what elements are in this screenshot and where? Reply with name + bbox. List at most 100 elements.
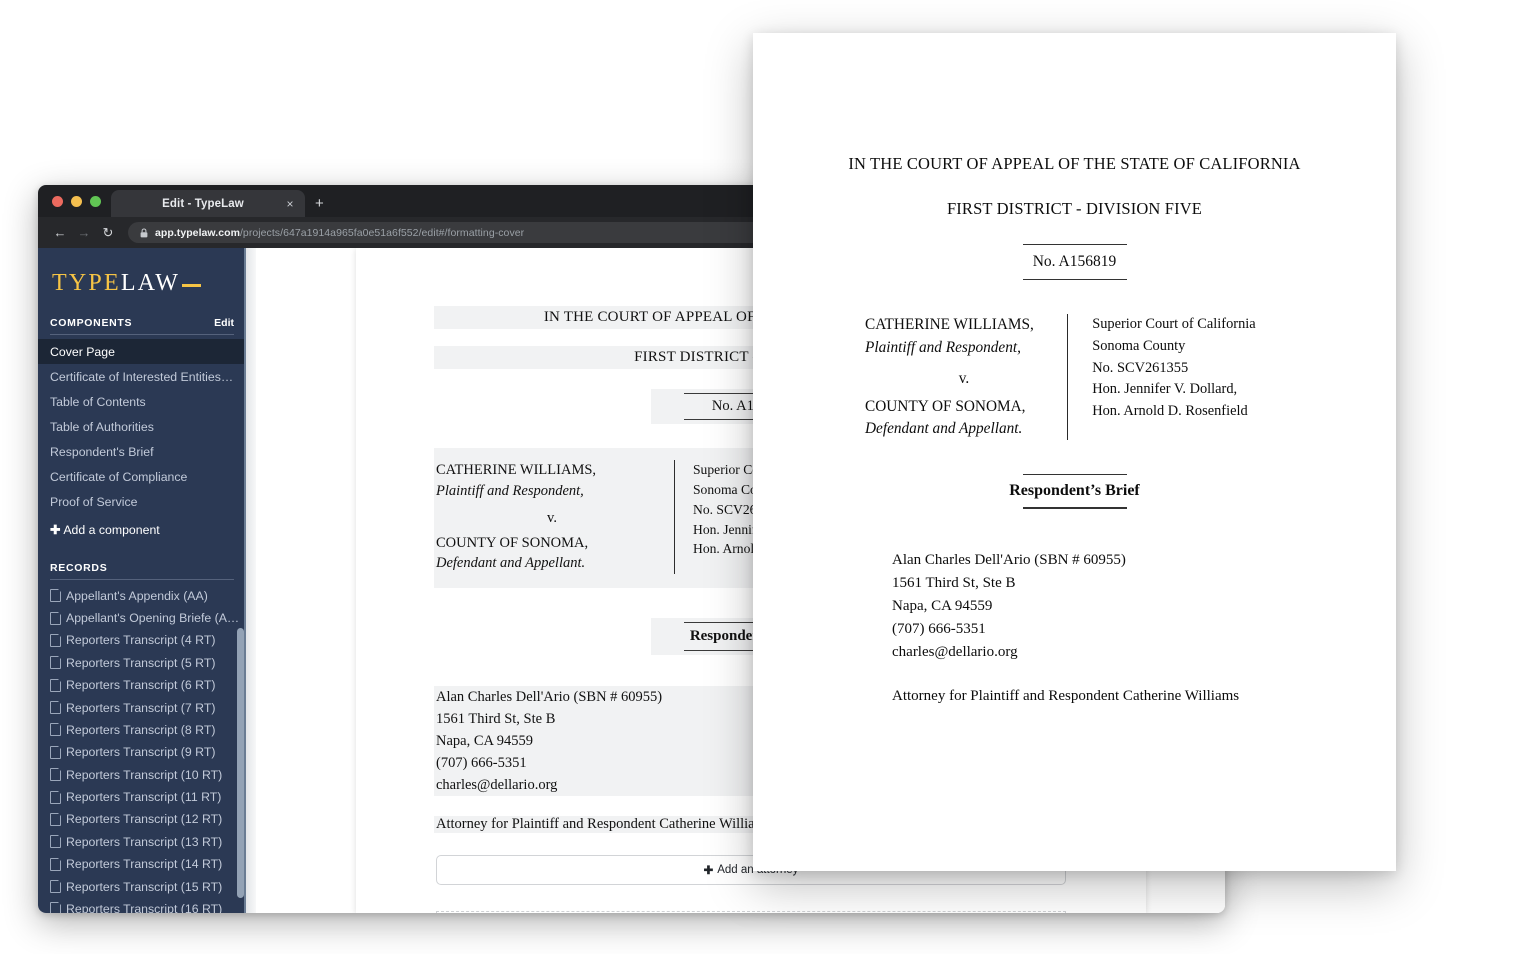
add-section-button[interactable]: ✚ADD SECTION [436,911,1066,913]
lock-icon [140,227,148,238]
reload-icon[interactable]: ↻ [96,221,120,245]
document-preview-page: IN THE COURT OF APPEAL OF THE STATE OF C… [753,33,1396,871]
record-item[interactable]: Reporters Transcript (13 RT) [38,831,246,853]
back-icon[interactable]: ← [48,221,72,245]
record-item[interactable]: Reporters Transcript (4 RT) [38,629,246,651]
pdf-file-icon [50,835,61,849]
browser-tab-active[interactable]: Edit - TypeLaw × [111,190,305,217]
preview-court-info-line: No. SCV261355 [1092,359,1189,376]
add-component-button[interactable]: ✚ Add a component [38,514,246,543]
caption-divider [1067,314,1069,441]
plus-icon: ✚ [50,523,61,537]
editor-party-1: CATHERINE WILLIAMS, [436,462,597,478]
preview-court-line-2: FIRST DISTRICT - DIVISION FIVE [946,199,1203,218]
record-item[interactable]: Appellant's Opening Briefe (A… [38,607,246,629]
record-label: Appellant's Appendix (AA) [66,588,208,603]
pdf-file-icon [50,723,61,737]
sidebar-item-cover-page[interactable]: Cover Page [38,339,246,364]
editor-caption-left: CATHERINE WILLIAMS, Plaintiff and Respon… [434,460,668,574]
preview-party-1-role: Plaintiff and Respondent, [865,338,1021,356]
logo-law-text: LAW [120,270,181,296]
editor-attorney-line: charles@dellario.org [436,777,558,794]
pdf-file-icon [50,902,61,913]
preview-party-2-role: Defendant and Appellant. [865,420,1023,438]
editor-party-1-role: Plaintiff and Respondent, [436,482,584,499]
record-label: Reporters Transcript (9 RT) [66,745,216,760]
record-label: Reporters Transcript (13 RT) [66,834,223,849]
preview-versus: v. [958,369,970,387]
record-label: Appellant's Opening Briefe (A… [66,611,240,626]
preview-attorney-line: charles@dellario.org [892,643,1018,660]
logo-underscore-icon [182,284,202,287]
record-item[interactable]: Reporters Transcript (12 RT) [38,808,246,830]
record-item[interactable]: Reporters Transcript (16 RT) [38,898,246,913]
record-item[interactable]: Appellant's Appendix (AA) [38,585,246,607]
preview-case-number: No. A156819 [1032,253,1117,271]
record-item[interactable]: Reporters Transcript (6 RT) [38,674,246,696]
record-label: Reporters Transcript (11 RT) [66,790,222,805]
preview-case-number-block: No. A156819 [753,244,1396,281]
pdf-file-icon [50,768,61,782]
sidebar-scrollbar[interactable] [237,628,244,898]
sidebar-item-proof-of-service[interactable]: Proof of Service [38,489,246,514]
plus-icon: ✚ [703,865,714,878]
pdf-file-icon [50,589,61,603]
pdf-file-icon [50,611,61,625]
window-zoom-button[interactable] [90,195,101,207]
preview-court-info-line: Sonoma County [1092,337,1186,354]
components-edit-button[interactable]: Edit [214,317,234,329]
pdf-file-icon [50,678,61,692]
preview-brief-title-block: Respondent’s Brief [975,474,1175,509]
sidebar: TYPELAW COMPONENTS Edit Cover Page Certi… [38,248,246,913]
screenshot-stage: Edit - TypeLaw × + ← → ↻ app.typelaw.com… [0,0,1536,954]
editor-party-2-role: Defendant and Appellant. [436,555,586,572]
components-section-header: COMPONENTS Edit [50,317,234,335]
editor-attorney-line: Alan Charles Dell'Ario (SBN # 60955) [436,688,663,705]
typelaw-logo[interactable]: TYPELAW [38,248,246,313]
record-item[interactable]: Reporters Transcript (8 RT) [38,719,246,741]
preview-attorney-line: 1561 Third St, Ste B [892,574,1016,591]
record-item[interactable]: Reporters Transcript (11 RT) [38,786,246,808]
record-label: Reporters Transcript (16 RT) [66,901,223,913]
new-tab-icon[interactable]: + [315,196,324,211]
record-item[interactable]: Reporters Transcript (5 RT) [38,652,246,674]
pdf-file-icon [50,656,61,670]
caption-divider [674,460,675,574]
record-label: Reporters Transcript (4 RT) [66,633,216,648]
record-label: Reporters Transcript (7 RT) [66,700,216,715]
pdf-file-icon [50,790,61,804]
forward-icon[interactable]: → [72,221,96,245]
editor-versus: v. [547,510,557,527]
pdf-file-icon [50,701,61,715]
record-item[interactable]: Reporters Transcript (14 RT) [38,853,246,875]
preview-caption-right: Superior Court of California Sonoma Coun… [1092,314,1255,440]
editor-attorney-block[interactable]: Alan Charles Dell'Ario (SBN # 60955) 156… [434,685,783,797]
record-label: Reporters Transcript (5 RT) [66,655,216,670]
document-preview-content: IN THE COURT OF APPEAL OF THE STATE OF C… [753,33,1396,705]
tab-title: Edit - TypeLaw [162,197,244,210]
record-label: Reporters Transcript (6 RT) [66,678,216,693]
record-item[interactable]: Reporters Transcript (10 RT) [38,764,246,786]
sidebar-item-respondents-brief[interactable]: Respondent's Brief [38,439,246,464]
preview-court-info-line: Hon. Jennifer V. Dollard, [1092,381,1238,398]
record-item[interactable]: Reporters Transcript (7 RT) [38,696,246,718]
sidebar-item-certificate-of-interested-entities[interactable]: Certificate of Interested Entities o… [38,364,246,389]
window-close-button[interactable] [52,195,63,207]
records-title: RECORDS [50,561,108,574]
record-item[interactable]: Reporters Transcript (15 RT) [38,875,246,897]
preview-court-info-line: Superior Court of California [1092,316,1256,333]
close-icon[interactable]: × [283,198,297,210]
window-traffic-lights [48,185,111,217]
preview-brief-title: Respondent’s Brief [1009,482,1140,500]
preview-attorney-line: Napa, CA 94559 [892,597,993,614]
preview-caption-left: CATHERINE WILLIAMS, Plaintiff and Respon… [865,314,1063,440]
sidebar-item-table-of-contents[interactable]: Table of Contents [38,389,246,414]
record-item[interactable]: Reporters Transcript (9 RT) [38,741,246,763]
window-minimize-button[interactable] [71,195,82,207]
sidebar-item-table-of-authorities[interactable]: Table of Authorities [38,414,246,439]
sidebar-item-certificate-of-compliance[interactable]: Certificate of Compliance [38,464,246,489]
preview-attorney-line: Alan Charles Dell'Ario (SBN # 60955) [892,551,1126,568]
record-label: Reporters Transcript (14 RT) [66,857,223,872]
